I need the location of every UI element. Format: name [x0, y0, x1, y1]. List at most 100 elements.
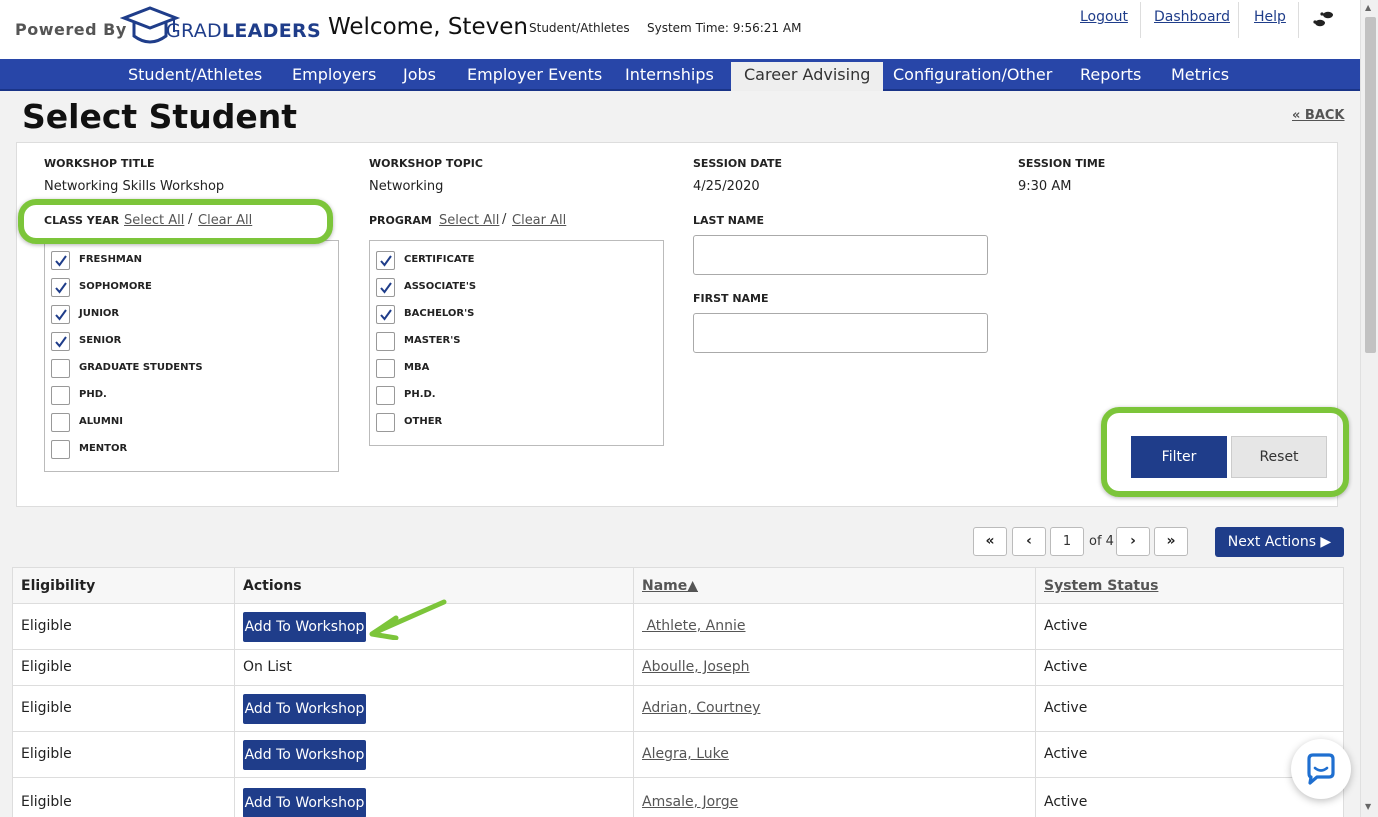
program-option-label: PH.D.: [404, 389, 436, 400]
next-page-button[interactable]: ›: [1116, 527, 1150, 556]
highlight-filter-buttons: [1101, 407, 1349, 497]
add-to-workshop-button[interactable]: Add To Workshop: [243, 612, 366, 642]
page-total: of 4: [1089, 534, 1114, 549]
nav-jobs[interactable]: Jobs: [403, 65, 436, 84]
checkbox-checked[interactable]: [376, 278, 395, 297]
table-row: Eligible On List Aboulle, Joseph Active: [13, 650, 1343, 686]
checkbox-unchecked[interactable]: [376, 413, 395, 432]
checkbox-checked[interactable]: [51, 278, 70, 297]
first-name-input[interactable]: [693, 313, 988, 353]
program-option-label: ASSOCIATE'S: [404, 281, 477, 292]
table-row: Eligible Add To Workshop Amsale, Jorge Acti…: [13, 778, 1343, 817]
header-eligibility: Eligibility: [21, 578, 96, 594]
footsteps-icon[interactable]: [1313, 9, 1335, 29]
class-year-option-label: SOPHOMORE: [79, 281, 152, 292]
next-actions-button[interactable]: Next Actions ▶: [1215, 527, 1344, 557]
session-date-value: 4/25/2020: [693, 179, 760, 194]
logout-link[interactable]: Logout: [1080, 9, 1128, 25]
first-page-button[interactable]: «: [973, 527, 1007, 556]
program-checklist: CERTIFICATE ASSOCIATE'S BACHELOR'S MASTER'S…: [369, 240, 664, 446]
nav-reports[interactable]: Reports: [1080, 65, 1141, 84]
header-actions: Actions: [243, 578, 302, 594]
program-label: PROGRAM: [369, 214, 432, 227]
add-to-workshop-button[interactable]: Add To Workshop: [243, 694, 366, 724]
nav-career-advising[interactable]: Career Advising: [731, 62, 884, 92]
chat-bubble-icon: [1307, 753, 1335, 785]
table-row: Eligible Add To Workshop Alegra, Luke Activ…: [13, 732, 1343, 778]
class-year-option-label: JUNIOR: [79, 308, 120, 319]
nav-internships[interactable]: Internships: [625, 65, 714, 84]
divider: [1140, 2, 1141, 38]
prev-page-button[interactable]: ‹: [1012, 527, 1046, 556]
student-name-link[interactable]: Adrian, Courtney: [642, 700, 760, 716]
checkbox-unchecked[interactable]: [51, 440, 70, 459]
scroll-thumb[interactable]: [1365, 17, 1376, 353]
checkbox-unchecked[interactable]: [376, 332, 395, 351]
header-system-status-sort[interactable]: System Status: [1044, 578, 1158, 594]
checkbox-unchecked[interactable]: [51, 359, 70, 378]
page-title: Select Student: [22, 97, 297, 136]
class-year-option-label: SENIOR: [79, 335, 122, 346]
page-content: Select Student « BACK WORKSHOP TITLE Net…: [0, 91, 1360, 817]
divider: [1298, 2, 1299, 38]
student-name-link[interactable]: Athlete, Annie: [642, 618, 745, 634]
table-row: Eligible Add To Workshop Adrian, Courtney A…: [13, 686, 1343, 732]
eligibility-cell: Eligible: [21, 659, 72, 675]
workshop-title-value: Networking Skills Workshop: [44, 179, 225, 194]
program-option-label: OTHER: [404, 416, 443, 427]
checkbox-checked[interactable]: [51, 305, 70, 324]
table-row: Eligible Add To Workshop Athlete, Annie Ac…: [13, 604, 1343, 650]
add-to-workshop-button[interactable]: Add To Workshop: [243, 740, 366, 770]
checkbox-unchecked[interactable]: [376, 386, 395, 405]
help-link[interactable]: Help: [1254, 9, 1286, 25]
class-year-option-label: ALUMNI: [79, 416, 123, 427]
checkbox-checked[interactable]: [51, 251, 70, 270]
system-status-cell: Active: [1044, 659, 1088, 675]
last-name-input[interactable]: [693, 235, 988, 275]
nav-employer-events[interactable]: Employer Events: [467, 65, 602, 84]
table-header: Eligibility Actions Name▲ System Status: [13, 568, 1343, 604]
eligibility-cell: Eligible: [21, 618, 72, 634]
system-status-cell: Active: [1044, 794, 1088, 810]
checkbox-unchecked[interactable]: [376, 359, 395, 378]
scroll-up-icon[interactable]: ▲: [1365, 3, 1371, 12]
separator-slash: /: [502, 212, 507, 227]
checkbox-checked[interactable]: [376, 251, 395, 270]
program-option-label: BACHELOR'S: [404, 308, 475, 319]
checkbox-checked[interactable]: [376, 305, 395, 324]
program-option-label: MBA: [404, 362, 430, 373]
program-option-label: MASTER'S: [404, 335, 461, 346]
header-name-sort[interactable]: Name▲: [642, 578, 698, 594]
welcome-message: Welcome, Steven: [328, 14, 528, 40]
student-name-link[interactable]: Aboulle, Joseph: [642, 659, 750, 675]
main-nav: Student/Athletes Employers Jobs Employer…: [0, 59, 1360, 92]
nav-employers[interactable]: Employers: [292, 65, 376, 84]
class-year-option-label: MENTOR: [79, 443, 128, 454]
checkbox-unchecked[interactable]: [51, 386, 70, 405]
checkbox-unchecked[interactable]: [51, 413, 70, 432]
program-clear-all[interactable]: Clear All: [512, 213, 566, 228]
header: Powered By GRADLEADERS Welcome, Steven S…: [0, 0, 1360, 59]
student-name-link[interactable]: Alegra, Luke: [642, 746, 729, 762]
page-number-input[interactable]: 1: [1050, 527, 1084, 556]
scroll-down-icon[interactable]: ▼: [1365, 802, 1371, 811]
class-year-option-label: PHD.: [79, 389, 107, 400]
eligibility-cell: Eligible: [21, 794, 72, 810]
session-date-label: SESSION DATE: [693, 157, 783, 170]
program-select-all[interactable]: Select All: [439, 213, 499, 228]
page-scrollbar[interactable]: ▲ ▼: [1360, 0, 1378, 817]
nav-metrics[interactable]: Metrics: [1171, 65, 1229, 84]
back-link[interactable]: « BACK: [1292, 108, 1345, 123]
student-name-link[interactable]: Amsale, Jorge: [642, 794, 738, 810]
nav-student-athletes[interactable]: Student/Athletes: [128, 65, 262, 84]
chat-widget-button[interactable]: [1291, 739, 1351, 799]
workshop-title-label: WORKSHOP TITLE: [44, 157, 155, 170]
current-role: Student/Athletes: [529, 21, 630, 35]
nav-configuration-other[interactable]: Configuration/Other: [893, 65, 1052, 84]
checkbox-checked[interactable]: [51, 332, 70, 351]
last-page-button[interactable]: »: [1154, 527, 1188, 556]
add-to-workshop-button[interactable]: Add To Workshop: [243, 788, 366, 817]
highlight-class-year: [18, 199, 333, 244]
eligibility-cell: Eligible: [21, 746, 72, 762]
dashboard-link[interactable]: Dashboard: [1154, 9, 1230, 25]
